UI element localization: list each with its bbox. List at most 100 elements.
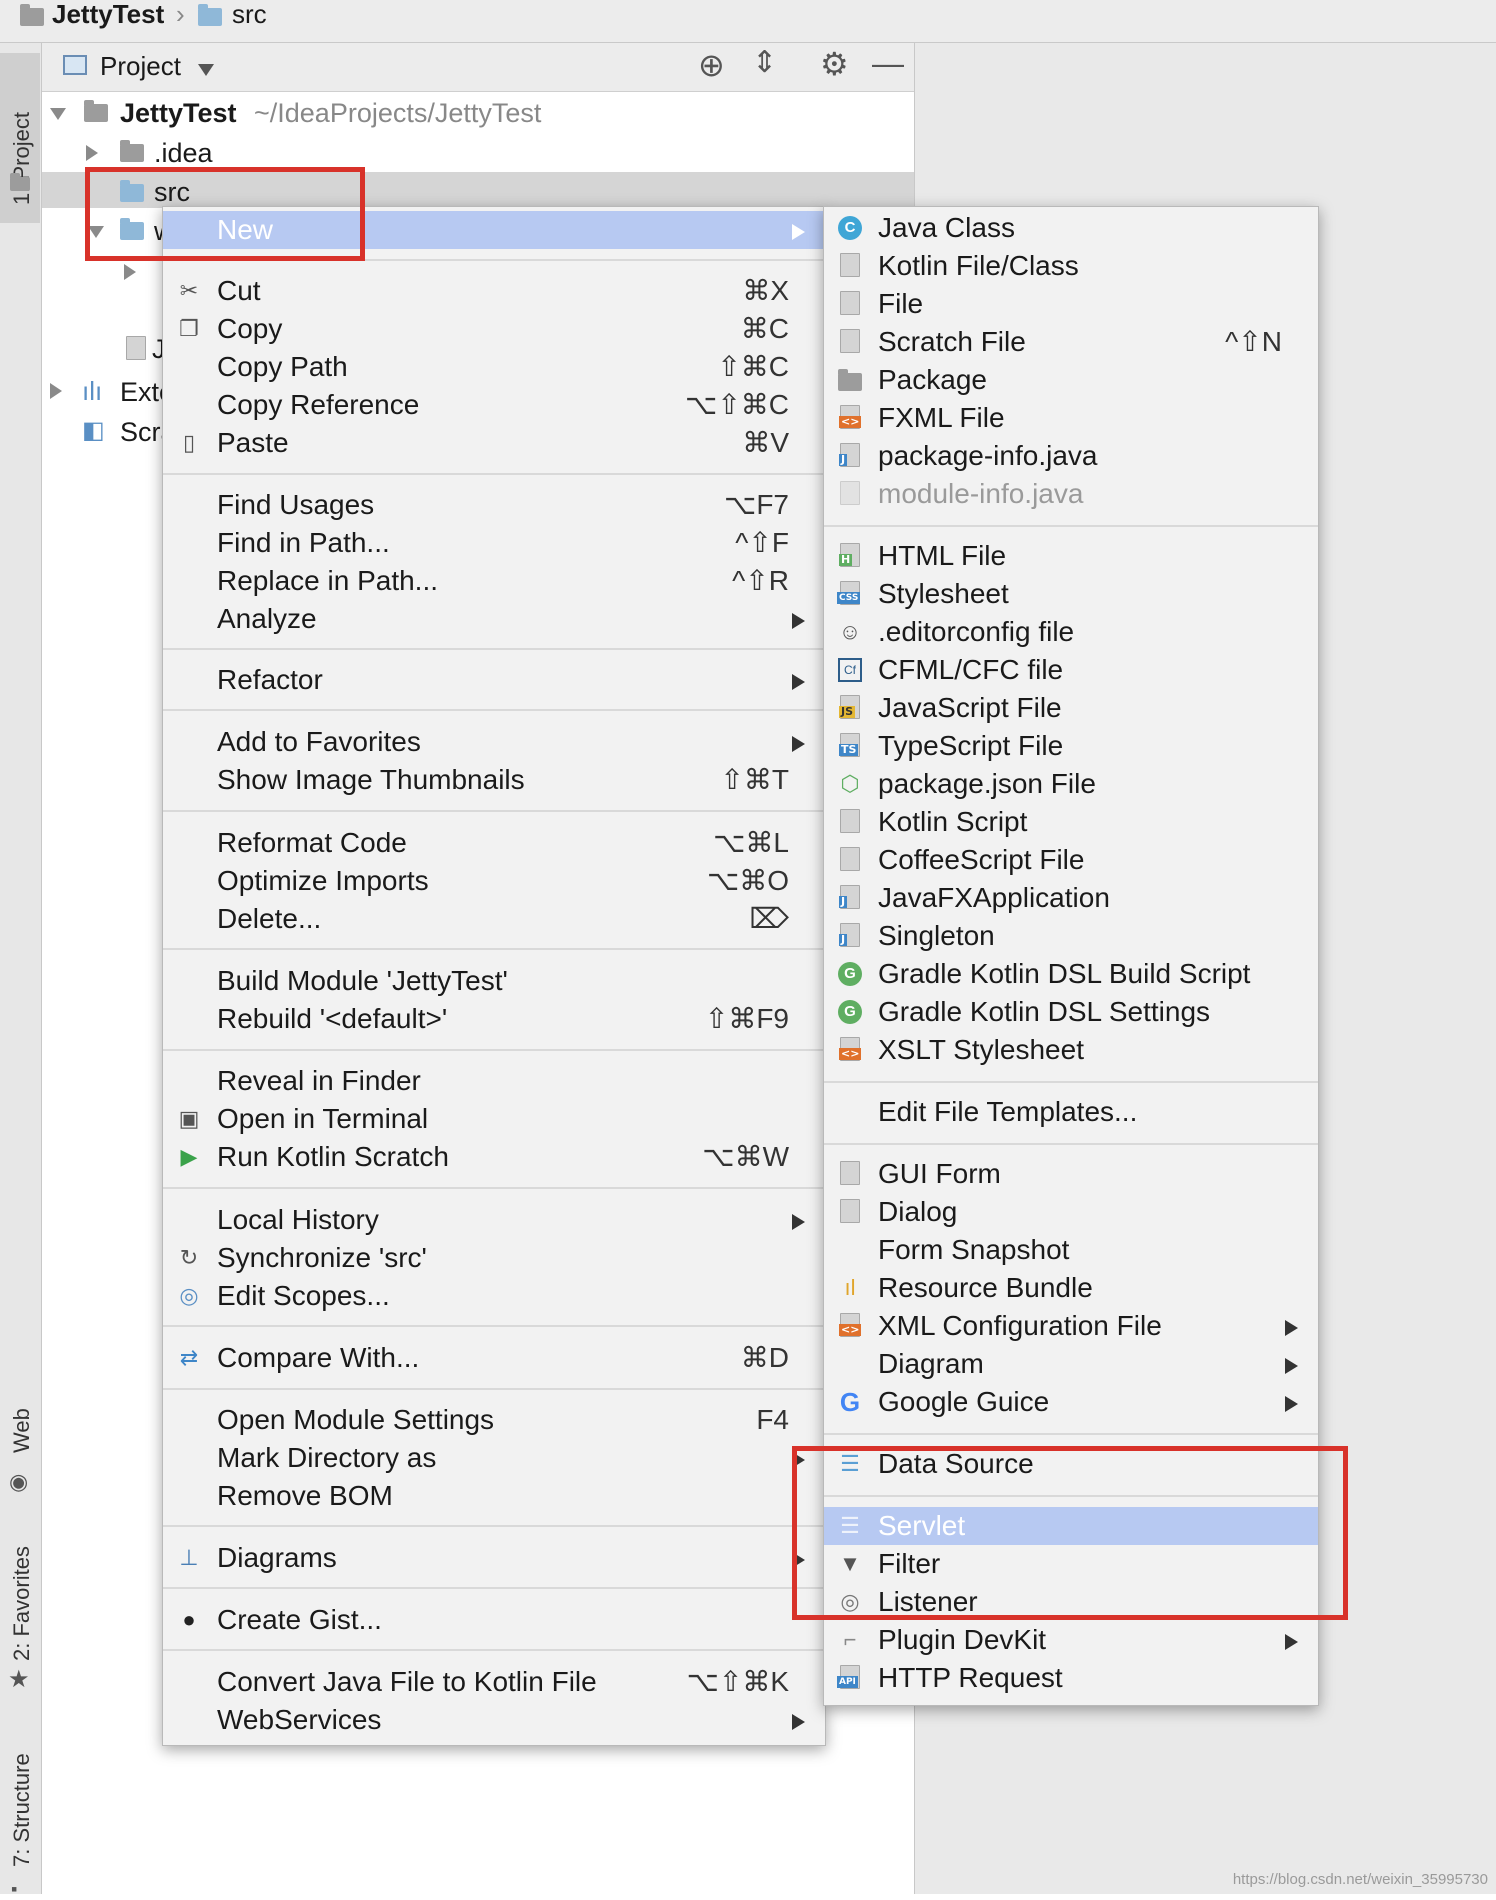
- menu-item-cut[interactable]: ✂ Cut ⌘X: [163, 272, 825, 310]
- submenu-arrow-icon: [1285, 1320, 1298, 1336]
- menu-separator: [824, 1433, 1318, 1435]
- menu-item-mark-directory-as[interactable]: Mark Directory as: [163, 1439, 825, 1477]
- tool-tab-favorites-label[interactable]: 2: Favorites: [9, 1546, 35, 1661]
- menu-item-scratch-file[interactable]: Scratch File ^⇧N: [824, 323, 1318, 361]
- java-class-icon: C: [838, 216, 862, 240]
- menu-item-form-snapshot[interactable]: Form Snapshot: [824, 1231, 1318, 1269]
- tool-tab-structure-label[interactable]: 7: Structure: [9, 1753, 35, 1867]
- gear-icon[interactable]: ⚙: [820, 46, 849, 82]
- menu-item-delete[interactable]: Delete... ⌦: [163, 900, 825, 938]
- menu-item-run-kotlin-scratch[interactable]: ▶ Run Kotlin Scratch ⌥⌘W: [163, 1138, 825, 1176]
- menu-item-xml-config[interactable]: <> XML Configuration File: [824, 1307, 1318, 1345]
- menu-item-convert-java[interactable]: Convert Java File to Kotlin File ⌥⇧⌘K: [163, 1663, 825, 1701]
- tool-tab-web-label[interactable]: Web: [9, 1408, 35, 1453]
- menu-item-synchronize[interactable]: ↻ Synchronize 'src': [163, 1239, 825, 1277]
- menu-item-xslt[interactable]: <> XSLT Stylesheet: [824, 1031, 1318, 1069]
- locate-icon[interactable]: ⊕: [698, 47, 725, 83]
- scratches-icon: ◧: [82, 417, 105, 444]
- menu-item-package-info[interactable]: Jpackage-info.java: [824, 437, 1318, 475]
- menu-item-copy-path[interactable]: Copy Path ⇧⌘C: [163, 348, 825, 386]
- menu-item-javascript[interactable]: JS JavaScript File: [824, 689, 1318, 727]
- gradle-icon: G: [838, 962, 862, 986]
- menu-item-google-guice[interactable]: G Google Guice: [824, 1383, 1318, 1421]
- menu-item-java-class[interactable]: C Java Class: [824, 209, 1318, 247]
- menu-item-compare-with[interactable]: ⇄ Compare With... ⌘D: [163, 1339, 825, 1377]
- menu-item-edit-templates[interactable]: Edit File Templates...: [824, 1093, 1318, 1131]
- menu-item-cfml[interactable]: Cf CFML/CFC file: [824, 651, 1318, 689]
- menu-item-plugin-devkit[interactable]: ⌐ Plugin DevKit: [824, 1621, 1318, 1659]
- menu-item-paste[interactable]: ▯ Paste ⌘V: [163, 424, 825, 462]
- menu-item-edit-scopes[interactable]: ◎ Edit Scopes...: [163, 1277, 825, 1315]
- collapse-all-icon[interactable]: ⇕: [752, 45, 777, 81]
- java-file-icon: J: [839, 443, 860, 467]
- structure-icon: ▪: [11, 1879, 18, 1899]
- breadcrumb-project[interactable]: JettyTest: [52, 0, 164, 28]
- menu-separator: [163, 648, 825, 650]
- menu-separator: [163, 948, 825, 950]
- minimize-icon[interactable]: —: [872, 45, 904, 81]
- expand-icon[interactable]: [86, 145, 98, 161]
- chevron-down-icon[interactable]: [198, 64, 214, 76]
- breadcrumb-folder[interactable]: src: [232, 0, 267, 28]
- menu-item-singleton[interactable]: J Singleton: [824, 917, 1318, 955]
- highlight-box-new: [85, 167, 365, 261]
- menu-item-rebuild[interactable]: Rebuild '<default>' ⇧⌘F9: [163, 1000, 825, 1038]
- menu-item-http-request[interactable]: API HTTP Request: [824, 1659, 1318, 1697]
- globe-icon: ◉: [9, 1469, 29, 1494]
- menu-item-dialog[interactable]: Dialog: [824, 1193, 1318, 1231]
- expand-icon[interactable]: [50, 108, 66, 120]
- menu-item-kotlin-script[interactable]: Kotlin Script: [824, 803, 1318, 841]
- menu-item-coffeescript[interactable]: CoffeeScript File: [824, 841, 1318, 879]
- typescript-file-icon: TS: [839, 733, 860, 757]
- menu-item-reveal-in-finder[interactable]: Reveal in Finder: [163, 1062, 825, 1100]
- submenu-arrow-icon: [1285, 1396, 1298, 1412]
- menu-item-find-in-path[interactable]: Find in Path... ^⇧F: [163, 524, 825, 562]
- menu-item-remove-bom[interactable]: Remove BOM: [163, 1477, 825, 1515]
- menu-item-reformat-code[interactable]: Reformat Code ⌥⌘L: [163, 824, 825, 862]
- menu-item-stylesheet[interactable]: CSS Stylesheet: [824, 575, 1318, 613]
- menu-item-diagram[interactable]: Diagram: [824, 1345, 1318, 1383]
- menu-item-typescript[interactable]: TS TypeScript File: [824, 727, 1318, 765]
- expand-icon[interactable]: [50, 383, 62, 399]
- menu-item-diagrams[interactable]: ⊥ Diagrams: [163, 1539, 825, 1577]
- menu-item-package[interactable]: Package: [824, 361, 1318, 399]
- menu-item-editorconfig[interactable]: ☺ .editorconfig file: [824, 613, 1318, 651]
- tree-item-idea[interactable]: .idea: [154, 136, 213, 170]
- submenu-arrow-icon: [792, 736, 805, 752]
- menu-item-create-gist[interactable]: ● Create Gist...: [163, 1601, 825, 1639]
- menu-item-show-image-thumbnails[interactable]: Show Image Thumbnails ⇧⌘T: [163, 761, 825, 799]
- menu-item-kotlin-file-class[interactable]: Kotlin File/Class: [824, 247, 1318, 285]
- menu-item-gradle-build[interactable]: G Gradle Kotlin DSL Build Script: [824, 955, 1318, 993]
- menu-item-open-module-settings[interactable]: Open Module Settings F4: [163, 1401, 825, 1439]
- menu-item-analyze[interactable]: Analyze: [163, 600, 825, 638]
- panel-title[interactable]: Project: [100, 51, 181, 81]
- submenu-arrow-icon: [1285, 1634, 1298, 1650]
- menu-item-gui-form[interactable]: GUI Form: [824, 1155, 1318, 1193]
- menu-item-add-to-favorites[interactable]: Add to Favorites: [163, 723, 825, 761]
- menu-item-local-history[interactable]: Local History: [163, 1201, 825, 1239]
- menu-item-build-module[interactable]: Build Module 'JettyTest': [163, 962, 825, 1000]
- menu-item-javafx[interactable]: J JavaFXApplication: [824, 879, 1318, 917]
- menu-item-open-in-terminal[interactable]: ▣ Open in Terminal: [163, 1100, 825, 1138]
- tool-tab-project-label[interactable]: 1: Project: [9, 112, 35, 205]
- menu-item-resource-bundle[interactable]: ıl Resource Bundle: [824, 1269, 1318, 1307]
- menu-item-package-json[interactable]: ⬡ package.json File: [824, 765, 1318, 803]
- tree-root[interactable]: JettyTest: [120, 96, 237, 130]
- menu-item-copy[interactable]: ❐ Copy ⌘C: [163, 310, 825, 348]
- menu-item-gradle-settings[interactable]: G Gradle Kotlin DSL Settings: [824, 993, 1318, 1031]
- menu-item-replace-in-path[interactable]: Replace in Path... ^⇧R: [163, 562, 825, 600]
- menu-separator: [824, 1143, 1318, 1145]
- menu-item-optimize-imports[interactable]: Optimize Imports ⌥⌘O: [163, 862, 825, 900]
- menu-item-refactor[interactable]: Refactor: [163, 661, 825, 699]
- submenu-arrow-icon: [792, 674, 805, 690]
- menu-item-copy-reference[interactable]: Copy Reference ⌥⇧⌘C: [163, 386, 825, 424]
- menu-item-webservices[interactable]: WebServices: [163, 1701, 825, 1739]
- sync-icon: ↻: [179, 1245, 199, 1270]
- menu-separator: [163, 1187, 825, 1189]
- menu-item-find-usages[interactable]: Find Usages ⌥F7: [163, 486, 825, 524]
- expand-icon[interactable]: [124, 264, 136, 280]
- menu-item-fxml-file[interactable]: <> FXML File: [824, 399, 1318, 437]
- menu-item-file[interactable]: File: [824, 285, 1318, 323]
- menu-item-html-file[interactable]: H HTML File: [824, 537, 1318, 575]
- menu-separator: [163, 709, 825, 711]
